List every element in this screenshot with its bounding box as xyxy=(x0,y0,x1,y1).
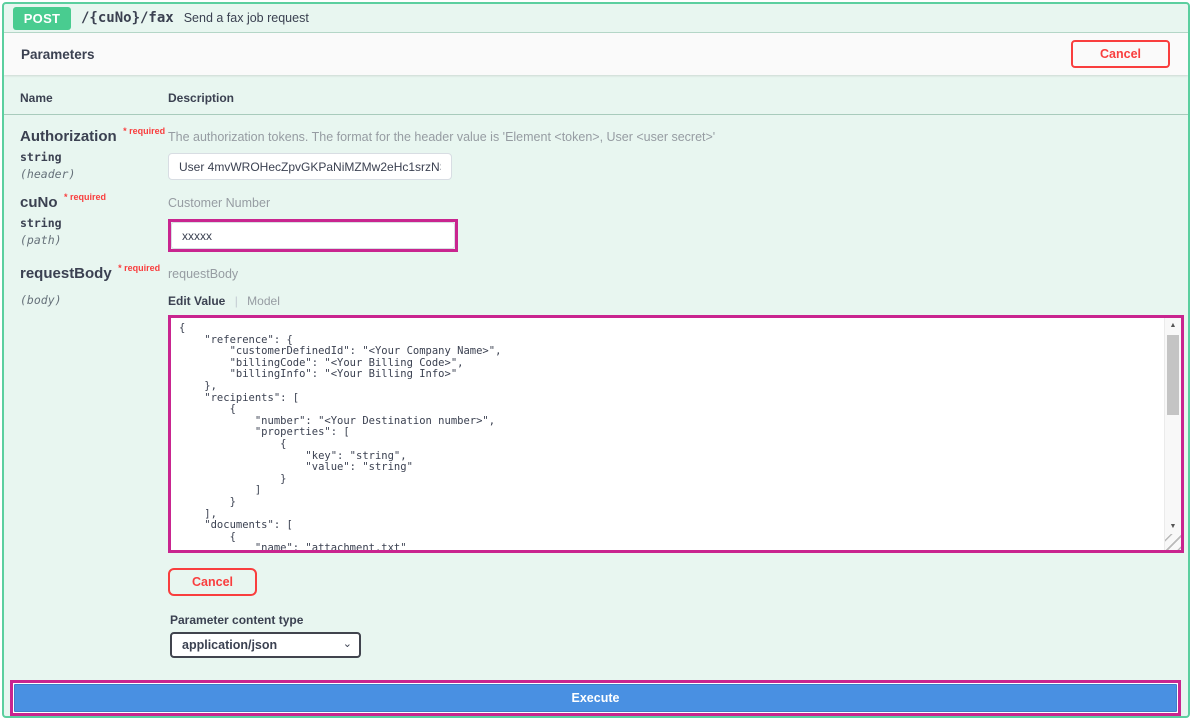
param-type: string xyxy=(20,216,168,230)
endpoint-summary: Send a fax job request xyxy=(184,11,309,25)
param-name: Authorization xyxy=(20,128,117,145)
column-header-name: Name xyxy=(20,91,168,105)
body-editor-tabs: Edit Value | Model xyxy=(168,294,1184,308)
param-location: (path) xyxy=(20,233,168,247)
param-description-cell: Customer Number xyxy=(168,194,1172,252)
operation-summary[interactable]: POST /{cuNo}/fax Send a fax job request xyxy=(4,4,1188,33)
http-method-badge: POST xyxy=(13,7,71,30)
param-name-cell: cuNo * required string (path) xyxy=(20,194,168,252)
param-description-cell: The authorization tokens. The format for… xyxy=(168,128,1172,181)
column-header-description: Description xyxy=(168,91,1172,105)
tab-model[interactable]: Model xyxy=(247,294,280,308)
scrollbar-track[interactable] xyxy=(1165,333,1181,519)
required-marker: * required xyxy=(123,126,165,136)
scrollbar-thumb[interactable] xyxy=(1167,335,1179,415)
resize-grip-icon[interactable] xyxy=(1165,534,1181,550)
parameters-title: Parameters xyxy=(21,47,95,62)
tab-separator: | xyxy=(235,294,238,308)
param-name: cuNo xyxy=(20,194,58,211)
cuno-input[interactable] xyxy=(171,222,455,249)
param-location: (header) xyxy=(20,167,168,181)
param-name: requestBody xyxy=(20,265,112,282)
param-location: (body) xyxy=(20,293,168,307)
param-name-cell: Authorization * required string (header) xyxy=(20,128,168,181)
param-description: The authorization tokens. The format for… xyxy=(168,128,1172,144)
parameters-section-header: Parameters Cancel xyxy=(4,33,1188,75)
required-marker: * required xyxy=(64,192,106,202)
scroll-up-icon[interactable]: ▲ xyxy=(1165,318,1181,333)
execute-highlight-box: Execute xyxy=(10,680,1181,716)
requestbody-highlight-box: { "reference": { "customerDefinedId": "<… xyxy=(168,315,1184,553)
param-type: string xyxy=(20,150,168,164)
operation-block: POST /{cuNo}/fax Send a fax job request … xyxy=(2,2,1190,718)
param-row-cuno: cuNo * required string (path) Customer N… xyxy=(4,181,1188,252)
parameters-table-header: Name Description xyxy=(4,75,1188,115)
param-name-cell: requestBody * required (body) xyxy=(20,265,168,553)
editor-cancel-row: Cancel xyxy=(168,568,1188,596)
param-description-cell: requestBody Edit Value | Model { "refere… xyxy=(168,265,1184,553)
editor-cancel-button[interactable]: Cancel xyxy=(168,568,257,596)
try-out-cancel-button[interactable]: Cancel xyxy=(1071,40,1170,68)
content-type-select-wrap: application/json ⌄ xyxy=(170,632,361,658)
required-marker: * required xyxy=(118,263,160,273)
scroll-down-icon[interactable]: ▼ xyxy=(1165,519,1181,534)
param-row-requestbody: requestBody * required (body) requestBod… xyxy=(4,252,1188,553)
editor-scrollbar[interactable]: ▲ ▼ xyxy=(1164,318,1181,550)
param-row-authorization: Authorization * required string (header)… xyxy=(4,115,1188,181)
param-description: requestBody xyxy=(168,265,1184,281)
content-type-select[interactable]: application/json xyxy=(170,632,361,658)
param-description: Customer Number xyxy=(168,194,1172,210)
content-type-label: Parameter content type xyxy=(170,613,1188,627)
endpoint-path: /{cuNo}/fax xyxy=(81,10,174,26)
authorization-input[interactable] xyxy=(168,153,452,180)
content-type-block: Parameter content type application/json … xyxy=(170,613,1188,658)
execute-button[interactable]: Execute xyxy=(14,684,1177,712)
tab-edit-value[interactable]: Edit Value xyxy=(168,294,225,308)
request-body-editor[interactable]: { "reference": { "customerDefinedId": "<… xyxy=(171,318,1164,550)
cuno-highlight-box xyxy=(168,219,458,252)
